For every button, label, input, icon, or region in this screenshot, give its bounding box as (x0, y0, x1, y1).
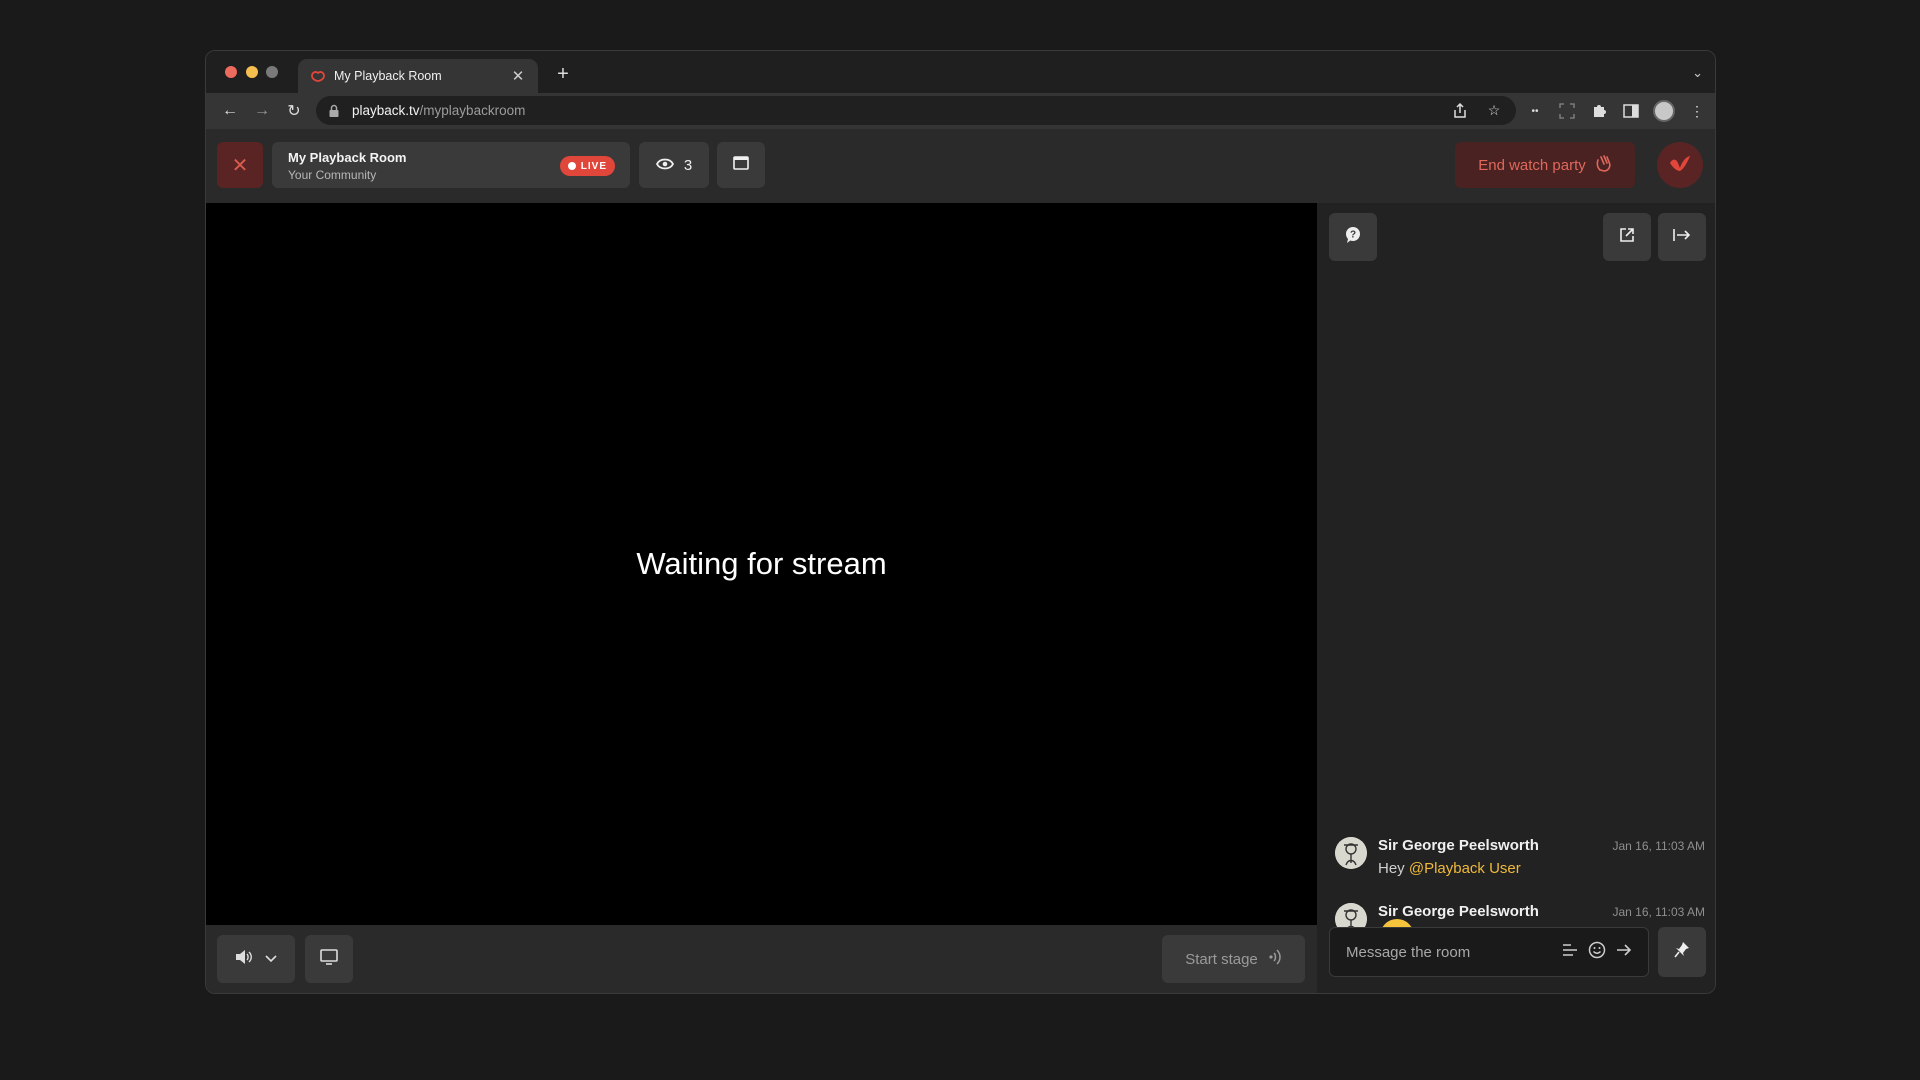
message-timestamp: Jan 16, 11:03 AM (1612, 839, 1705, 853)
playback-favicon-icon (310, 68, 326, 84)
browser-menu-icon[interactable]: ⋮ (1687, 101, 1707, 121)
address-bar[interactable]: playback.tv/myplaybackroom ☆ (316, 96, 1516, 125)
app-header: ✕ My Playback Room Your Community LIVE 3… (206, 129, 1715, 203)
chat-message: Sir George Peelsworth Jan 16, 11:03 AM H… (1335, 837, 1705, 881)
message-text-prefix: Hey (1378, 860, 1409, 877)
emoji-picker-icon[interactable] (1588, 941, 1606, 964)
url-path: /myplaybackroom (419, 103, 526, 118)
live-label: LIVE (580, 160, 607, 172)
live-badge: LIVE (559, 156, 615, 176)
monitor-icon (320, 948, 338, 970)
collapse-chat-button[interactable] (1658, 213, 1706, 261)
message-input[interactable] (1346, 943, 1562, 961)
new-tab-button[interactable]: + (551, 63, 575, 86)
reload-icon[interactable]: ↻ (278, 95, 310, 127)
stream-status-text: Waiting for stream (636, 546, 887, 581)
pin-message-button[interactable] (1658, 927, 1706, 977)
svg-text:?: ? (1350, 229, 1356, 240)
tab-close-icon[interactable]: ✕ (510, 67, 526, 85)
send-arrow-icon[interactable] (1616, 943, 1632, 962)
leave-room-button[interactable]: ✕ (217, 142, 263, 188)
extension-dots-icon[interactable]: •• (1525, 101, 1545, 121)
window-layout-icon (733, 155, 749, 175)
viewer-count-button[interactable]: 3 (639, 142, 709, 188)
live-dot-icon (567, 162, 576, 170)
text-format-icon[interactable] (1562, 943, 1578, 962)
video-controls-bar: Start stage (206, 925, 1317, 993)
side-panel-icon[interactable] (1621, 101, 1641, 121)
tab-search-chevron-icon[interactable]: ⌄ (1692, 65, 1703, 81)
wave-hand-icon (1596, 154, 1612, 176)
close-icon: ✕ (231, 154, 249, 177)
message-composer (1329, 927, 1649, 977)
start-stage-label: Start stage (1185, 950, 1258, 968)
browser-tab[interactable]: My Playback Room ✕ (298, 59, 538, 93)
video-player[interactable]: Waiting for stream (206, 203, 1317, 925)
playback-logo-icon (1668, 153, 1692, 178)
share-icon[interactable] (1450, 101, 1470, 121)
viewer-count: 3 (683, 156, 693, 174)
pin-icon (1674, 941, 1690, 964)
tab-strip: My Playback Room ✕ + ⌄ (206, 51, 1715, 93)
chat-panel: ? Sir George Peelsworth Jan 16, 11:03 AM… (1317, 203, 1715, 993)
speaker-icon (235, 949, 253, 970)
browser-window: My Playback Room ✕ + ⌄ ← → ↻ playback.tv… (205, 50, 1716, 994)
external-link-icon (1619, 227, 1635, 248)
message-text: Hey @Playback User (1378, 860, 1521, 877)
toolbar: ← → ↻ playback.tv/myplaybackroom ☆ •• ⋮ (206, 93, 1715, 129)
start-stage-button[interactable]: Start stage (1162, 935, 1305, 983)
message-timestamp: Jan 16, 11:03 AM (1612, 905, 1705, 919)
playback-menu-button[interactable] (1657, 142, 1703, 188)
end-watch-party-label: End watch party (1478, 156, 1586, 174)
message-author[interactable]: Sir George Peelsworth (1378, 837, 1539, 854)
back-icon[interactable]: ← (214, 95, 246, 127)
window-zoom-button[interactable] (266, 66, 278, 78)
window-minimize-button[interactable] (246, 66, 258, 78)
popout-chat-button[interactable] (1603, 213, 1651, 261)
volume-button[interactable] (217, 935, 295, 983)
extensions-puzzle-icon[interactable] (1589, 101, 1609, 121)
avatar[interactable] (1335, 837, 1367, 869)
user-mention[interactable]: @Playback User (1409, 860, 1521, 877)
screenshot-icon[interactable] (1557, 101, 1577, 121)
help-bubble-icon: ? (1344, 226, 1362, 249)
broadcast-icon (1268, 949, 1282, 969)
screen-share-button[interactable] (305, 935, 353, 983)
arrow-right-to-bar-icon (1673, 228, 1691, 247)
profile-avatar[interactable] (1653, 100, 1675, 122)
bookmark-star-icon[interactable]: ☆ (1484, 101, 1504, 121)
url-domain: playback.tv (352, 103, 420, 118)
theater-mode-button[interactable] (717, 142, 765, 188)
chevron-down-icon (265, 950, 277, 968)
end-watch-party-button[interactable]: End watch party (1455, 142, 1635, 188)
eye-icon (655, 157, 674, 174)
forward-icon[interactable]: → (246, 95, 278, 127)
window-close-button[interactable] (225, 66, 237, 78)
tab-title: My Playback Room (334, 69, 442, 83)
room-info-card[interactable]: My Playback Room Your Community LIVE (272, 142, 630, 188)
chat-help-button[interactable]: ? (1329, 213, 1377, 261)
lock-icon (328, 104, 342, 118)
